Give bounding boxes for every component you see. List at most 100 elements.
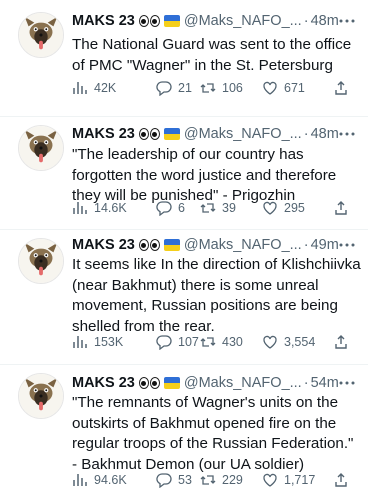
like-button[interactable]: 671 [262,79,305,97]
reply-count: 6 [178,201,185,215]
more-dots-icon[interactable] [338,12,356,30]
tweet-header: MAKS 23 @Maks_NAFO_... · 49m [72,235,339,255]
avatar[interactable] [18,125,64,171]
retweet-button[interactable]: 229 [200,471,243,489]
views-bar-chart-icon [73,336,87,348]
heart-icon [263,473,277,487]
eyes-emoji-icon [138,128,161,140]
dog-meme-avatar-icon [19,374,63,418]
retweet-count: 39 [222,201,236,215]
retweet-icon [200,475,216,485]
share-icon [335,335,347,349]
more-dots-icon[interactable] [338,374,356,392]
reply-bubble-icon [156,201,172,216]
share-button[interactable] [333,471,355,489]
retweet-button[interactable]: 430 [200,333,243,351]
retweet-icon [200,83,216,93]
views-count: 153K [94,335,124,349]
author-handle[interactable]: @Maks_NAFO_... [184,11,302,31]
like-button[interactable]: 3,554 [262,333,315,351]
tweet-header: MAKS 23 @Maks_NAFO_... · 54m [72,373,339,393]
tweet-text: "The remnants of Wagner's units on the o… [72,394,354,473]
eyes-emoji-icon [138,377,161,389]
share-button[interactable] [333,333,355,351]
avatar[interactable] [18,373,64,419]
more-dots-icon[interactable] [338,236,356,254]
tweet-text: It seems like In the direction of Klishc… [72,256,361,335]
retweet-button[interactable]: 39 [200,199,236,217]
views-count: 94.6K [94,473,127,487]
tweet-2[interactable]: MAKS 23 @Maks_NAFO_... · 48m "The leader… [0,117,368,230]
retweet-count: 430 [222,335,243,349]
reply-count: 107 [178,335,199,349]
tweet-text: The National Guard was sent to the offic… [72,36,352,74]
tweet-actions: 153K 107 430 3,554 [72,333,362,351]
like-button[interactable]: 295 [262,199,305,217]
header-separator: · [303,237,309,253]
views-button[interactable]: 42K [72,79,116,97]
dog-meme-avatar-icon [19,13,63,57]
views-bar-chart-icon [73,82,87,94]
ukraine-flag-icon [163,15,180,27]
author-handle[interactable]: @Maks_NAFO_... [184,373,302,393]
tweet-actions: 94.6K 53 229 1,717 [72,471,362,489]
retweet-count: 106 [222,81,243,95]
heart-icon [263,81,277,95]
tweet-1[interactable]: MAKS 23 @Maks_NAFO_... · 48m The Nationa… [0,0,368,117]
views-count: 14.6K [94,201,127,215]
timestamp[interactable]: 48m [311,124,339,144]
reply-count: 21 [178,81,192,95]
timestamp[interactable]: 54m [311,373,339,393]
views-button[interactable]: 94.6K [72,471,127,489]
tweet-3[interactable]: MAKS 23 @Maks_NAFO_... · 49m It seems li… [0,230,368,365]
views-button[interactable]: 14.6K [72,199,127,217]
more-dots-icon[interactable] [338,125,356,143]
tweet-4[interactable]: MAKS 23 @Maks_NAFO_... · 54m "The remnan… [0,365,368,500]
like-button[interactable]: 1,717 [262,471,315,489]
retweet-icon [200,203,216,213]
timestamp[interactable]: 49m [311,235,339,255]
avatar[interactable] [18,12,64,58]
author-name[interactable]: MAKS 23 [72,235,135,255]
ukraine-flag-icon [163,377,180,389]
heart-icon [263,335,277,349]
reply-bubble-icon [156,81,172,96]
views-button[interactable]: 153K [72,333,123,351]
reply-count: 53 [178,473,192,487]
retweet-button[interactable]: 106 [200,79,243,97]
author-handle[interactable]: @Maks_NAFO_... [184,124,302,144]
retweet-count: 229 [222,473,243,487]
share-icon [335,201,347,215]
author-handle[interactable]: @Maks_NAFO_... [184,235,302,255]
tweet-header: MAKS 23 @Maks_NAFO_... · 48m [72,124,339,144]
reply-button[interactable]: 21 [156,79,192,97]
like-count: 3,554 [284,335,316,349]
reply-button[interactable]: 6 [156,199,185,217]
dog-meme-avatar-icon [19,126,63,170]
share-icon [335,473,347,487]
share-button[interactable] [333,199,355,217]
reply-bubble-icon [156,473,172,488]
header-separator: · [303,13,309,29]
ukraine-flag-icon [163,128,180,140]
share-button[interactable] [333,79,355,97]
header-separator: · [303,375,309,391]
reply-button[interactable]: 107 [156,333,199,351]
reply-bubble-icon [156,335,172,350]
author-name[interactable]: MAKS 23 [72,11,135,31]
avatar[interactable] [18,238,64,284]
author-name[interactable]: MAKS 23 [72,124,135,144]
tweet-header: MAKS 23 @Maks_NAFO_... · 48m [72,11,339,31]
views-bar-chart-icon [73,474,87,486]
header-separator: · [303,126,309,142]
like-count: 295 [284,201,305,215]
tweet-actions: 42K 21 106 671 [72,79,362,97]
dog-meme-avatar-icon [19,239,63,283]
heart-icon [263,201,277,215]
author-name[interactable]: MAKS 23 [72,373,135,393]
reply-button[interactable]: 53 [156,471,192,489]
share-icon [335,81,347,95]
timestamp[interactable]: 48m [311,11,339,31]
eyes-emoji-icon [138,239,161,251]
like-count: 671 [284,81,305,95]
